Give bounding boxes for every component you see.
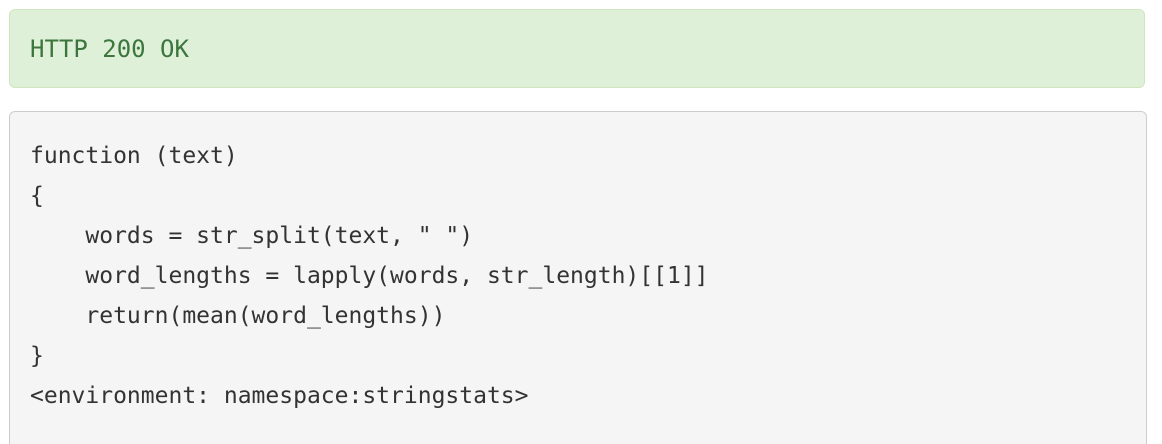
code-line: } <box>30 343 44 369</box>
code-line: function (text) <box>30 143 238 169</box>
code-line: word_lengths = lapply(words, str_length)… <box>30 263 709 289</box>
code-line: words = str_split(text, " ") <box>30 223 474 249</box>
response-status-text: HTTP 200 OK <box>30 35 189 63</box>
code-line: return(mean(word_lengths)) <box>30 303 446 329</box>
response-status-alert: HTTP 200 OK <box>9 9 1145 88</box>
function-source-code-block: function (text) { words = str_split(text… <box>9 111 1147 444</box>
code-lines: function (text) { words = str_split(text… <box>30 136 709 416</box>
code-line: <environment: namespace:stringstats> <box>30 383 529 409</box>
code-line: { <box>30 183 44 209</box>
